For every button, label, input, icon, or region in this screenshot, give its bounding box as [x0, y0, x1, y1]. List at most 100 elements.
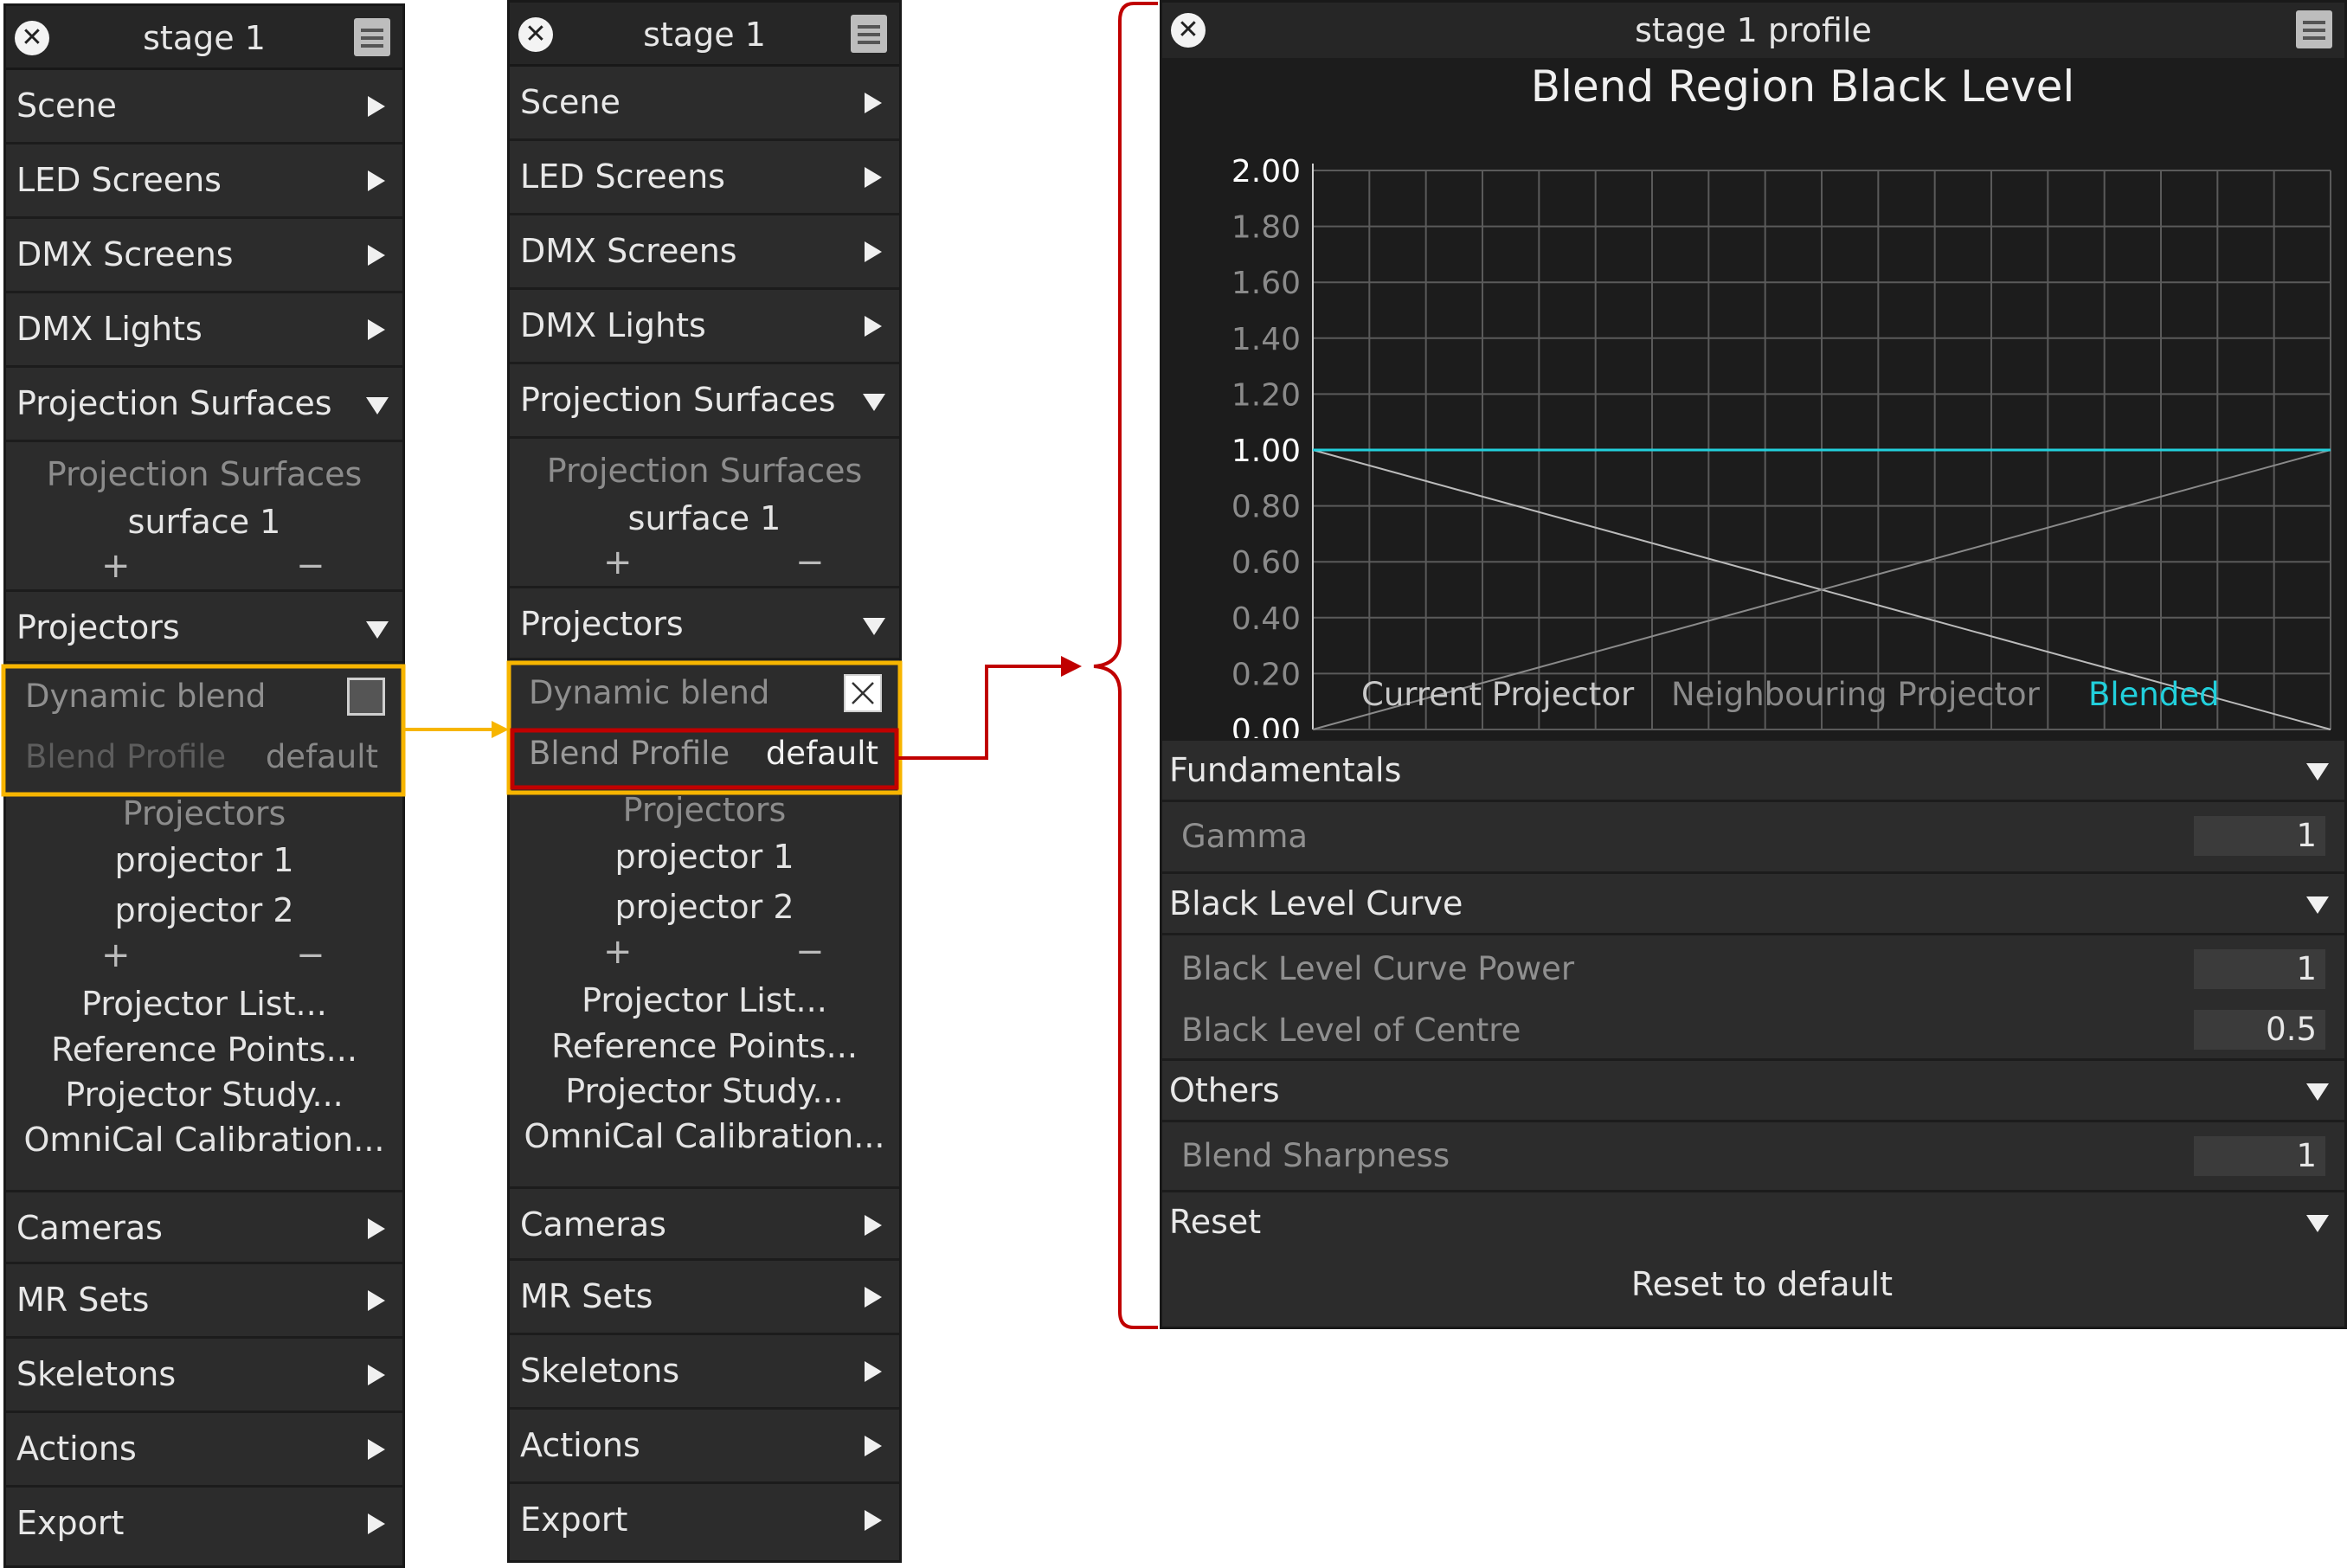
remove-button[interactable]: − [795, 543, 825, 582]
menu-export[interactable]: Export [510, 1484, 899, 1558]
menu-label: Scene [16, 87, 117, 125]
chevron-down-icon [366, 397, 389, 414]
menu-label: LED Screens [16, 161, 222, 199]
dynamic-blend-label: Dynamic blend [25, 678, 267, 715]
chevron-right-icon [368, 319, 385, 340]
blc-power-label: Black Level Curve Power [1181, 950, 1575, 987]
section-black-level-curve[interactable]: Black Level Curve [1162, 871, 2344, 935]
add-remove-row: + − [510, 932, 899, 977]
menu-label: LED Screens [520, 157, 725, 196]
list-item[interactable]: projector 1 [510, 832, 899, 882]
section-reset[interactable]: Reset [1162, 1190, 2344, 1254]
projector-list-link[interactable]: Projector List... [6, 980, 402, 1027]
omnical-calibration-link[interactable]: OmniCal Calibration... [6, 1117, 402, 1162]
dynamic-blend-row: Dynamic blend [6, 664, 402, 729]
menu-projection-surfaces[interactable]: Projection Surfaces [6, 368, 402, 442]
add-button[interactable]: + [603, 932, 633, 972]
edit-icon[interactable] [851, 15, 887, 53]
menu-label: Projectors [520, 605, 684, 643]
add-button[interactable]: + [101, 935, 131, 975]
y-tick-label: 0.40 [1231, 601, 1301, 637]
menu-cameras[interactable]: Cameras [6, 1190, 402, 1264]
projector-study-link[interactable]: Projector Study... [510, 1069, 899, 1114]
menu-label: Projection Surfaces [520, 381, 836, 419]
menu-skeletons[interactable]: Skeletons [6, 1339, 402, 1413]
y-tick-label: 0.20 [1231, 657, 1301, 692]
menu-export[interactable]: Export [6, 1488, 402, 1562]
chevron-right-icon [865, 167, 882, 188]
section-label: Reset [1169, 1203, 1262, 1241]
blend-profile-row[interactable]: Blend Profile default [6, 729, 402, 785]
projectors-list: Projectors projector 1 projector 2 + − P… [6, 792, 402, 1190]
dynamic-blend-checkbox[interactable] [347, 678, 385, 716]
menu-led-screens[interactable]: LED Screens [510, 141, 899, 215]
menu-label: Cameras [16, 1209, 163, 1247]
section-label: Fundamentals [1169, 751, 1402, 789]
legend-blended: Blended [2088, 676, 2220, 713]
blc-power-input[interactable]: 1 [2194, 949, 2325, 989]
menu-mr-sets[interactable]: MR Sets [6, 1264, 402, 1339]
menu-skeletons[interactable]: Skeletons [510, 1335, 899, 1410]
gamma-input[interactable]: 1 [2194, 816, 2325, 856]
list-header: Projectors [122, 794, 286, 832]
chevron-right-icon [865, 316, 882, 337]
section-others[interactable]: Others [1162, 1058, 2344, 1122]
reference-points-link[interactable]: Reference Points... [6, 1027, 402, 1072]
blend-profile-value[interactable]: default [766, 726, 878, 781]
menu-label: Export [520, 1501, 628, 1539]
remove-button[interactable]: − [296, 546, 325, 586]
list-item[interactable]: projector 1 [6, 835, 402, 885]
list-item[interactable]: surface 1 [510, 494, 899, 543]
list-item[interactable]: projector 2 [510, 882, 899, 932]
blc-centre-label: Black Level of Centre [1181, 1012, 1521, 1049]
reference-points-link[interactable]: Reference Points... [510, 1024, 899, 1069]
list-item[interactable]: surface 1 [6, 498, 402, 546]
edit-icon[interactable] [2296, 10, 2332, 48]
menu-led-screens[interactable]: LED Screens [6, 145, 402, 219]
add-button[interactable]: + [603, 543, 633, 582]
menu-projection-surfaces[interactable]: Projection Surfaces [510, 364, 899, 439]
remove-button[interactable]: − [795, 932, 825, 972]
menu-label: Actions [520, 1426, 640, 1464]
blend-settings: Dynamic blend Blend Profile default [510, 660, 899, 788]
menu-actions[interactable]: Actions [510, 1410, 899, 1484]
menu-projectors[interactable]: Projectors [510, 586, 899, 660]
edit-icon[interactable] [354, 18, 390, 56]
dynamic-blend-label: Dynamic blend [529, 674, 770, 711]
blc-centre-input[interactable]: 0.5 [2194, 1010, 2325, 1050]
menu-actions[interactable]: Actions [6, 1413, 402, 1488]
menu-dmx-screens[interactable]: DMX Screens [6, 219, 402, 293]
list-item[interactable]: projector 2 [6, 885, 402, 935]
chevron-down-icon [863, 394, 885, 411]
menu-label: Projection Surfaces [16, 384, 332, 422]
projector-study-link[interactable]: Projector Study... [6, 1072, 402, 1117]
menu-mr-sets[interactable]: MR Sets [510, 1261, 899, 1335]
menu-dmx-lights[interactable]: DMX Lights [510, 290, 899, 364]
y-tick-label: 1.80 [1231, 210, 1301, 246]
sharpness-input[interactable]: 1 [2194, 1136, 2325, 1176]
remove-button[interactable]: − [296, 935, 325, 975]
menu-dmx-screens[interactable]: DMX Screens [510, 215, 899, 290]
chart-title: Blend Region Black Level [1531, 61, 2075, 112]
menu-label: Cameras [520, 1205, 666, 1243]
dynamic-blend-checkbox[interactable] [844, 674, 882, 712]
menu-dmx-lights[interactable]: DMX Lights [6, 293, 402, 368]
list-header: Projectors [622, 791, 787, 829]
chevron-right-icon [865, 1361, 882, 1382]
sharpness-label: Blend Sharpness [1181, 1137, 1450, 1174]
menu-cameras[interactable]: Cameras [510, 1186, 899, 1261]
add-remove-row: + − [6, 935, 402, 980]
y-tick-label: 1.00 [1231, 434, 1301, 469]
omnical-calibration-link[interactable]: OmniCal Calibration... [510, 1114, 899, 1159]
menu-label: Projectors [16, 608, 180, 646]
menu-projectors[interactable]: Projectors [6, 589, 402, 664]
menu-scene[interactable]: Scene [6, 70, 402, 145]
projector-list-link[interactable]: Projector List... [510, 977, 899, 1024]
blend-profile-row[interactable]: Blend Profile default [510, 726, 899, 781]
section-fundamentals[interactable]: Fundamentals [1162, 738, 2344, 802]
add-button[interactable]: + [101, 546, 131, 586]
panel-title: stage 1 [643, 16, 766, 54]
reset-to-default-button[interactable]: Reset to default [1162, 1254, 2344, 1314]
menu-scene[interactable]: Scene [510, 67, 899, 141]
y-tick-label: 1.40 [1231, 322, 1301, 357]
